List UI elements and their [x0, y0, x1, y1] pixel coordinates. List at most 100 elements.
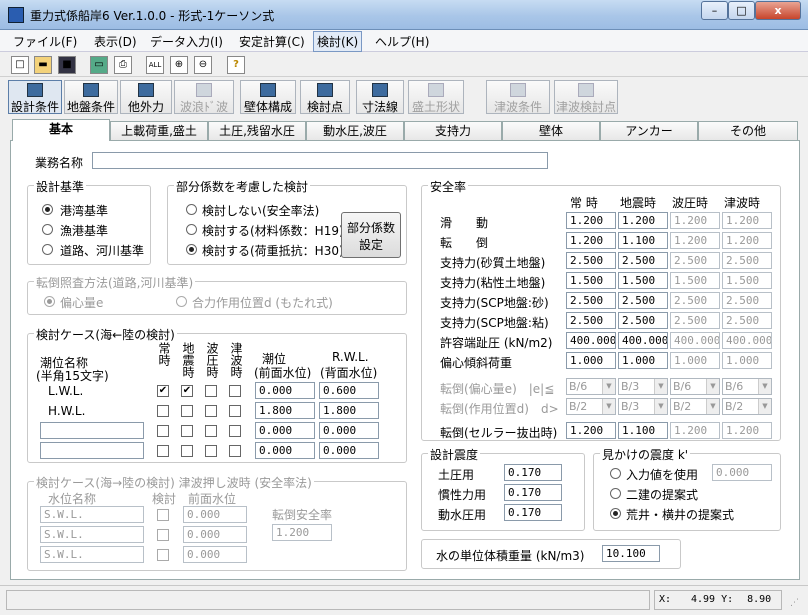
resize-grip-icon[interactable]: ⋰	[790, 598, 804, 612]
tab-basic[interactable]: 基本	[12, 119, 110, 141]
safety-row2-wave[interactable]: 1.200	[670, 232, 720, 249]
apparent-niken-radio[interactable]	[610, 488, 621, 499]
zoom-out-icon[interactable]: ⊖	[194, 56, 212, 74]
overturn-cellular-wave[interactable]: 1.200	[670, 422, 720, 439]
row2-wave-check[interactable]	[205, 405, 217, 417]
row1-normal-check[interactable]: ✔	[157, 385, 169, 397]
safety-row2-quake[interactable]: 1.100	[618, 232, 668, 249]
screen-icon[interactable]: ▭	[90, 56, 108, 74]
print-icon[interactable]: ⎙	[114, 56, 132, 74]
help-icon[interactable]: ?	[227, 56, 245, 74]
wall-config-button[interactable]: 壁体構成	[240, 80, 296, 114]
safety-row5-tsunami[interactable]: 2.500	[722, 292, 772, 309]
design-conditions-button[interactable]: 設計条件	[8, 80, 62, 114]
row1-rwl-input[interactable]: 0.600	[319, 382, 379, 399]
row4-wave-check[interactable]	[205, 445, 217, 457]
overturn-e-tsunami-select[interactable]: B/6 ▼	[722, 378, 772, 395]
partial-load-radio[interactable]	[186, 244, 197, 255]
safety-row1-wave[interactable]: 1.200	[670, 212, 720, 229]
case2-row2-name[interactable]: S.W.L.	[40, 526, 144, 543]
case2-row3-value[interactable]: 0.000	[183, 546, 247, 563]
safety-row6-tsunami[interactable]: 2.500	[722, 312, 772, 329]
row2-rwl-input[interactable]: 1.800	[319, 402, 379, 419]
safety-row5-quake[interactable]: 2.500	[618, 292, 668, 309]
safety-row1-quake[interactable]: 1.200	[618, 212, 668, 229]
safety-row5-wave[interactable]: 2.500	[670, 292, 720, 309]
standard-port-radio[interactable]	[42, 204, 53, 215]
menu-help[interactable]: ヘルプ(H)	[372, 33, 432, 50]
close-button[interactable]: x	[755, 1, 801, 20]
row4-quake-check[interactable]	[181, 445, 193, 457]
overturn-d-quake-select[interactable]: B/3 ▼	[618, 398, 668, 415]
row3-quake-check[interactable]	[181, 425, 193, 437]
menu-stability[interactable]: 安定計算(C)	[236, 33, 308, 50]
safety-row3-tsunami[interactable]: 2.500	[722, 252, 772, 269]
zoom-in-icon[interactable]: ⊕	[170, 56, 188, 74]
row1-tsunami-check[interactable]	[229, 385, 241, 397]
safety-row7-tsunami[interactable]: 400.000	[722, 332, 772, 349]
row1-wave-check[interactable]	[205, 385, 217, 397]
check-point-button[interactable]: 検討点	[300, 80, 350, 114]
safety-row8-quake[interactable]: 1.000	[618, 352, 668, 369]
safety-row6-wave[interactable]: 2.500	[670, 312, 720, 329]
embankment-button[interactable]: 盛土形状	[408, 80, 464, 114]
case2-row2-value[interactable]: 0.000	[183, 526, 247, 543]
seismic-inertia-input[interactable]: 0.170	[504, 484, 562, 501]
safety-row7-normal[interactable]: 400.000	[566, 332, 616, 349]
safety-row8-normal[interactable]: 1.000	[566, 352, 616, 369]
safety-row7-quake[interactable]: 400.000	[618, 332, 668, 349]
row2-normal-check[interactable]	[157, 405, 169, 417]
standard-road-radio[interactable]	[42, 244, 53, 255]
case2-safety-input[interactable]: 1.200	[272, 524, 332, 541]
safety-row6-normal[interactable]: 2.500	[566, 312, 616, 329]
new-icon[interactable]: □	[11, 56, 29, 74]
menu-data-input[interactable]: データ入力(I)	[147, 33, 226, 50]
partial-none-radio[interactable]	[186, 204, 197, 215]
safety-row2-tsunami[interactable]: 1.200	[722, 232, 772, 249]
safety-row3-normal[interactable]: 2.500	[566, 252, 616, 269]
overturn-e-radio[interactable]	[44, 296, 55, 307]
tab-other[interactable]: その他	[698, 121, 798, 140]
row4-normal-check[interactable]	[157, 445, 169, 457]
partial-factor-settings-button[interactable]: 部分係数 設定	[341, 212, 401, 258]
safety-row8-wave[interactable]: 1.000	[670, 352, 720, 369]
all-icon[interactable]: ALL	[146, 56, 164, 74]
safety-row4-tsunami[interactable]: 1.500	[722, 272, 772, 289]
row3-name-input[interactable]	[40, 422, 144, 439]
safety-row8-tsunami[interactable]: 1.000	[722, 352, 772, 369]
safety-row4-wave[interactable]: 1.500	[670, 272, 720, 289]
overturn-d-radio[interactable]	[176, 296, 187, 307]
ground-conditions-button[interactable]: 地盤条件	[64, 80, 118, 114]
overturn-cellular-normal[interactable]: 1.200	[566, 422, 616, 439]
seismic-earth-input[interactable]: 0.170	[504, 464, 562, 481]
overturn-e-normal-select[interactable]: B/6 ▼	[566, 378, 616, 395]
tab-earth-pressure[interactable]: 土圧,残留水圧	[208, 121, 306, 140]
open-icon[interactable]: ▬	[34, 56, 52, 74]
maximize-button[interactable]: □	[728, 1, 755, 20]
save-icon[interactable]: ■	[58, 56, 76, 74]
row2-tsunami-check[interactable]	[229, 405, 241, 417]
row4-tsunami-check[interactable]	[229, 445, 241, 457]
tab-anchor[interactable]: アンカー	[600, 121, 698, 140]
case2-row1-value[interactable]: 0.000	[183, 506, 247, 523]
case2-row1-check[interactable]	[157, 509, 169, 521]
case2-row1-name[interactable]: S.W.L.	[40, 506, 144, 523]
safety-row1-normal[interactable]: 1.200	[566, 212, 616, 229]
safety-row3-wave[interactable]: 2.500	[670, 252, 720, 269]
row3-tsunami-check[interactable]	[229, 425, 241, 437]
overturn-d-wave-select[interactable]: B/2 ▼	[670, 398, 720, 415]
case2-row2-check[interactable]	[157, 529, 169, 541]
safety-row3-quake[interactable]: 2.500	[618, 252, 668, 269]
standard-fishing-radio[interactable]	[42, 224, 53, 235]
row4-tide-input[interactable]: 0.000	[255, 442, 315, 459]
safety-row7-wave[interactable]: 400.000	[670, 332, 720, 349]
apparent-input-radio[interactable]	[610, 468, 621, 479]
safety-row6-quake[interactable]: 2.500	[618, 312, 668, 329]
wave-button[interactable]: 波浪ﾄﾞ波	[174, 80, 234, 114]
row1-quake-check[interactable]: ✔	[181, 385, 193, 397]
water-weight-input[interactable]: 10.100	[602, 545, 660, 562]
overturn-d-tsunami-select[interactable]: B/2 ▼	[722, 398, 772, 415]
tsunami-conditions-button[interactable]: 津波条件	[486, 80, 550, 114]
menu-file[interactable]: ファイル(F)	[10, 33, 80, 50]
menu-check[interactable]: 検討(K)	[313, 31, 363, 52]
